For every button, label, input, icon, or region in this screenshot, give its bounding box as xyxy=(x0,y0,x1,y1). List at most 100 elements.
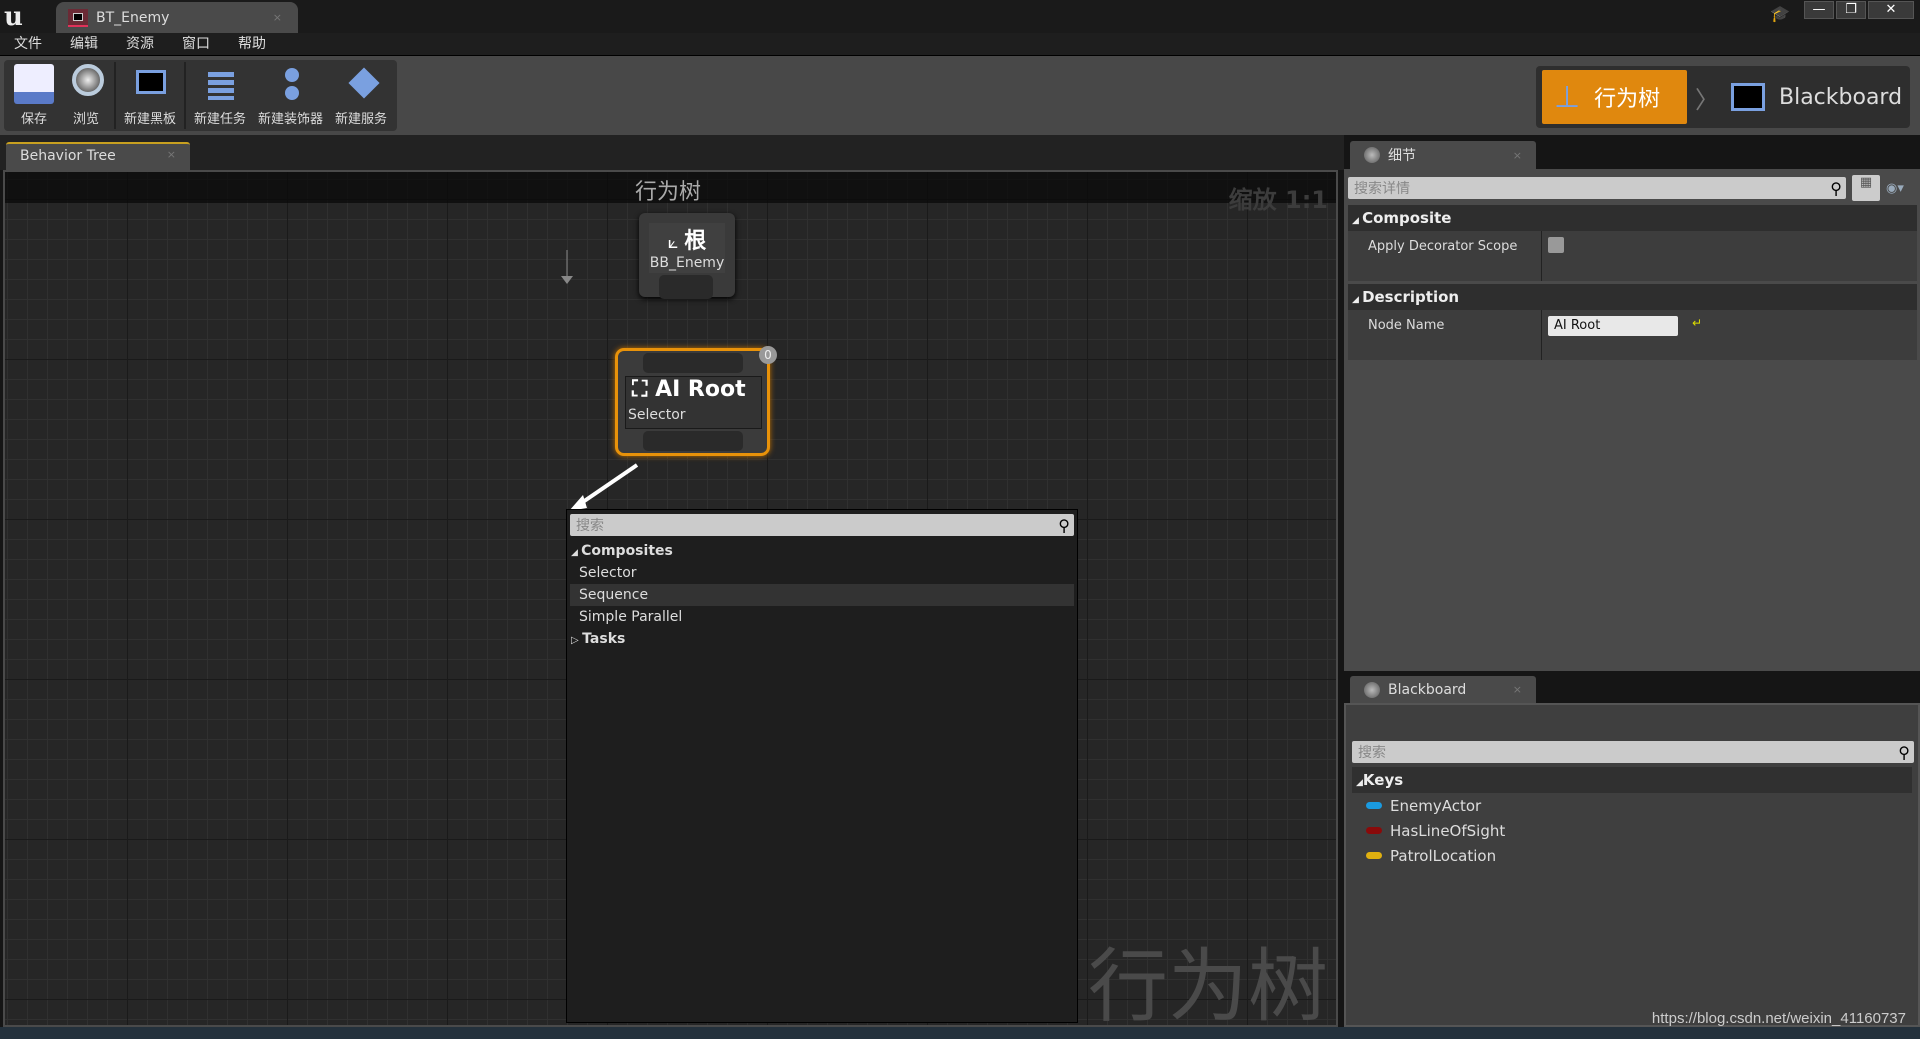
visibility-options-button[interactable]: ◉▾ xyxy=(1886,181,1916,196)
key-name: PatrolLocation xyxy=(1390,846,1497,865)
new-task-label: 新建任务 xyxy=(194,112,247,127)
menu-item-sequence[interactable]: Sequence xyxy=(570,584,1074,606)
tree-hierarchy-icon: ⊥ xyxy=(1554,79,1581,115)
mode-switcher: ⊥ 行为树 〉 Blackboard xyxy=(1536,66,1910,128)
blackboard-mode-label: Blackboard xyxy=(1779,84,1903,110)
ai-root-input-pin[interactable] xyxy=(643,353,743,373)
close-window-button[interactable]: ✕ xyxy=(1868,1,1914,19)
blackboard-search-placeholder: 搜索 xyxy=(1358,745,1386,761)
reset-to-default-icon[interactable]: ↵ xyxy=(1692,316,1702,360)
search-icon: ⚲ xyxy=(1830,178,1842,198)
vector-type-icon xyxy=(1366,852,1382,859)
browse-button[interactable]: 浏览 xyxy=(60,60,112,131)
close-tab-icon[interactable]: × xyxy=(167,148,176,166)
key-name: EnemyActor xyxy=(1390,796,1482,815)
ai-root-node[interactable]: ⛶ AI Root Selector 0 xyxy=(615,346,777,456)
new-blackboard-label: 新建黑板 xyxy=(124,112,177,127)
behavior-tree-mode-label: 行为树 xyxy=(1594,87,1661,112)
magnifier-icon xyxy=(66,64,106,104)
toolbar: 保存 浏览 新建黑板 新建任务 新建装饰器 新建服务 ⊥ 行为树 〉 Blackb… xyxy=(0,56,1920,135)
collapsed-arrow-icon: ▷ xyxy=(571,635,583,646)
document-tab[interactable]: BT_Enemy × xyxy=(56,2,298,33)
menu-asset[interactable]: 资源 xyxy=(124,33,168,55)
browse-label: 浏览 xyxy=(72,112,99,127)
category-composites[interactable]: ◢ Composites xyxy=(567,540,1077,562)
key-name: HasLineOfSight xyxy=(1390,821,1506,840)
decorator-icon xyxy=(271,64,311,104)
chevron-right-icon: 〉 xyxy=(1695,85,1719,114)
section-label: Composite xyxy=(1362,209,1452,227)
menu-help[interactable]: 帮助 xyxy=(236,33,280,55)
behavior-tree-mode-button[interactable]: ⊥ 行为树 xyxy=(1542,70,1687,124)
node-context-menu: 搜索 ⚲ ◢ Composites Selector Sequence Simpl… xyxy=(566,509,1078,1023)
blackboard-icon xyxy=(130,64,170,104)
unreal-logo-icon[interactable]: u xyxy=(4,2,23,32)
task-icon xyxy=(200,64,240,104)
grid-icon: ▦ xyxy=(1859,175,1873,190)
apply-decorator-scope-checkbox[interactable] xyxy=(1548,237,1564,253)
blackboard-panel: 搜索 ⚲ ◢Keys EnemyActor HasLineOfSight Patr… xyxy=(1344,703,1920,1027)
behavior-tree-asset-icon xyxy=(68,8,88,27)
save-icon xyxy=(14,64,54,104)
expanded-arrow-icon: ◢ xyxy=(571,548,582,558)
property-label: Node Name xyxy=(1348,310,1542,360)
key-enemy-actor[interactable]: EnemyActor xyxy=(1346,793,1918,818)
search-icon: ⚲ xyxy=(1898,742,1910,762)
section-description[interactable]: ◢ Description xyxy=(1348,284,1917,310)
menu-edit[interactable]: 编辑 xyxy=(68,33,112,55)
close-tab-icon[interactable]: × xyxy=(273,11,282,24)
new-decorator-label: 新建装饰器 xyxy=(258,112,324,127)
expanded-arrow-icon: ◢ xyxy=(1352,216,1363,226)
blackboard-search-input[interactable]: 搜索 ⚲ xyxy=(1352,741,1914,763)
section-label: Description xyxy=(1362,288,1460,306)
category-label: Tasks xyxy=(582,631,626,647)
key-has-line-of-sight[interactable]: HasLineOfSight xyxy=(1346,818,1918,843)
selector-icon: ⛶ xyxy=(632,377,656,402)
title-bar: u BT_Enemy × 🎓 — ❐ ✕ xyxy=(0,0,1920,33)
menu-item-simple-parallel[interactable]: Simple Parallel xyxy=(567,606,1077,628)
blackboard-panel-icon xyxy=(1364,681,1380,698)
drag-wire xyxy=(575,463,639,508)
menu-item-selector[interactable]: Selector xyxy=(567,562,1077,584)
connection-arrowhead xyxy=(561,276,573,284)
close-tab-icon[interactable]: × xyxy=(1513,683,1522,696)
bool-type-icon xyxy=(1366,827,1382,834)
close-tab-icon[interactable]: × xyxy=(1513,149,1522,162)
property-matrix-button[interactable]: ▦ xyxy=(1852,175,1880,201)
expanded-arrow-icon: ◢ xyxy=(1352,295,1363,305)
blackboard-tab[interactable]: Blackboard × xyxy=(1350,676,1536,703)
menu-file[interactable]: 文件 xyxy=(12,33,56,55)
details-search-input[interactable]: 搜索详情 ⚲ xyxy=(1348,177,1846,199)
blackboard-icon xyxy=(1731,83,1765,111)
blackboard-mode-button[interactable]: Blackboard xyxy=(1719,83,1902,111)
details-tab[interactable]: 细节 × xyxy=(1350,141,1536,169)
node-name-input[interactable]: AI Root xyxy=(1548,316,1678,336)
menu-window[interactable]: 窗口 xyxy=(180,33,224,55)
context-search-placeholder: 搜索 xyxy=(576,518,604,534)
details-tab-label: 细节 xyxy=(1388,148,1416,164)
category-tasks[interactable]: ▷ Tasks xyxy=(567,628,1077,650)
new-blackboard-button[interactable]: 新建黑板 xyxy=(118,60,182,131)
keys-section[interactable]: ◢Keys xyxy=(1352,767,1912,793)
execution-index-badge: 0 xyxy=(759,346,777,364)
tutorial-hat-icon[interactable]: 🎓 xyxy=(1770,4,1790,23)
menu-bar: 文件 编辑 资源 窗口 帮助 xyxy=(0,33,1920,56)
restore-button[interactable]: ❐ xyxy=(1836,1,1866,19)
new-service-button[interactable]: 新建服务 xyxy=(329,60,393,131)
search-icon: ⚲ xyxy=(1058,515,1070,535)
minimize-button[interactable]: — xyxy=(1804,1,1834,19)
graph-canvas[interactable]: 行为树 缩放 1:1 行为树 ⟀ 根 BB_Enemy ⛶ AI Root Sele… xyxy=(3,170,1338,1027)
section-composite[interactable]: ◢ Composite xyxy=(1348,205,1917,231)
document-tab-label: BT_Enemy xyxy=(96,9,170,26)
new-task-button[interactable]: 新建任务 xyxy=(188,60,252,131)
property-label: Apply Decorator Scope xyxy=(1348,231,1542,281)
new-decorator-button[interactable]: 新建装饰器 xyxy=(252,60,329,131)
ai-root-output-pin[interactable] xyxy=(643,431,743,451)
save-button[interactable]: 保存 xyxy=(8,60,60,131)
blackboard-tab-label: Blackboard xyxy=(1388,681,1467,698)
ai-root-subtitle: Selector xyxy=(628,407,686,423)
context-search-input[interactable]: 搜索 ⚲ xyxy=(570,514,1074,536)
behavior-tree-tab[interactable]: Behavior Tree × xyxy=(6,142,190,170)
details-search-placeholder: 搜索详情 xyxy=(1354,181,1410,197)
key-patrol-location[interactable]: PatrolLocation xyxy=(1346,843,1918,868)
